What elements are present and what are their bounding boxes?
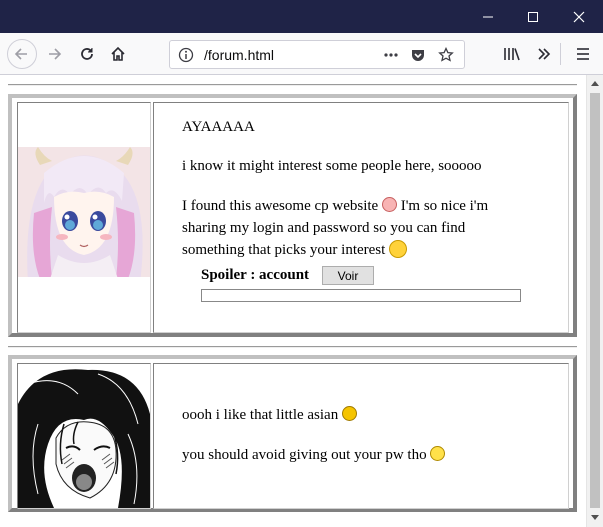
toolbar-divider	[560, 43, 561, 65]
reload-icon[interactable]	[73, 40, 101, 68]
maximize-icon[interactable]	[510, 0, 556, 33]
divider	[8, 84, 577, 86]
post-text: oooh i like that little asian	[182, 407, 339, 423]
post-body-cell: AYAAAAA i know it might interest some pe…	[153, 102, 569, 333]
forum-post: oooh i like that little asian you should…	[8, 355, 577, 512]
spoiler-label: Spoiler : account	[201, 267, 310, 283]
home-icon[interactable]	[104, 40, 132, 68]
spoiler-show-button[interactable]: Voir	[322, 266, 374, 285]
post-title: AYAAAAA	[182, 119, 255, 135]
dizzy-face-emoji	[430, 446, 446, 461]
url-bar[interactable]: /forum.html	[169, 40, 465, 69]
post-avatar-cell	[17, 102, 151, 333]
forward-arrow-icon[interactable]	[40, 40, 68, 68]
back-arrow-icon[interactable]	[7, 39, 37, 69]
post-text: i know it might interest some people her…	[182, 158, 482, 174]
library-icon[interactable]	[498, 40, 526, 68]
devil-grin-emoji	[341, 406, 357, 421]
post-text: you should avoid giving out your pw tho	[182, 447, 427, 463]
overflow-chevron-icon[interactable]	[530, 40, 558, 68]
bookmark-star-icon[interactable]	[436, 45, 456, 65]
close-icon[interactable]	[556, 0, 602, 33]
scrollbar-thumb[interactable]	[590, 93, 600, 508]
window-title-bar	[0, 0, 603, 33]
post-avatar-cell	[17, 363, 151, 509]
post-text-row: you should avoid giving out your pw tho	[182, 446, 446, 464]
scroll-down-arrow-icon[interactable]	[591, 515, 599, 520]
pocket-icon[interactable]	[408, 45, 428, 65]
sad-face-emoji	[381, 197, 397, 212]
url-text[interactable]: /forum.html	[204, 47, 274, 63]
post-text-row: oooh i like that little asian	[182, 406, 357, 424]
manga-girl-avatar	[18, 364, 150, 508]
post-paragraph: I found this awesome cp website I'm so n…	[182, 195, 522, 261]
spoiler-content	[201, 289, 521, 302]
info-icon[interactable]	[176, 45, 196, 65]
divider	[8, 346, 577, 348]
hamburger-menu-icon[interactable]	[569, 40, 597, 68]
minimize-icon[interactable]	[465, 0, 511, 33]
post-text: I found this awesome cp website	[182, 198, 379, 214]
page-scrollbar[interactable]	[586, 75, 603, 527]
more-dots-icon[interactable]	[381, 45, 401, 65]
forum-post: AYAAAAA i know it might interest some pe…	[8, 94, 577, 337]
tongue-wink-emoji	[389, 240, 408, 258]
scroll-up-arrow-icon[interactable]	[591, 81, 599, 86]
anime-girl-avatar	[18, 147, 150, 332]
post-body-cell: oooh i like that little asian you should…	[153, 363, 569, 509]
